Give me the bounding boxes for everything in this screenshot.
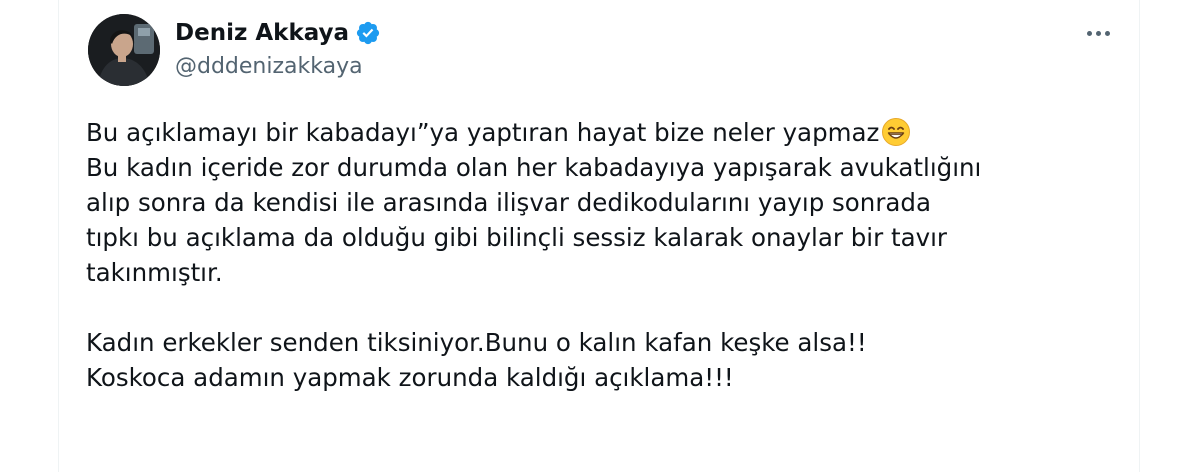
avatar[interactable] bbox=[88, 14, 160, 86]
display-name[interactable]: Deniz Akkaya bbox=[175, 20, 349, 46]
tweet-line: Koskoca adamın yapmak zorunda kaldığı aç… bbox=[86, 363, 734, 392]
verified-badge-icon bbox=[355, 20, 381, 46]
tweet-line: Bu kadın içeride zor durumda olan her ka… bbox=[86, 153, 982, 182]
tweet-line: tıpkı bu açıklama da olduğu gibi bilinçl… bbox=[86, 223, 947, 252]
tweet-line-text: Bu açıklamayı bir kabadayı”ya yaptıran h… bbox=[86, 118, 880, 147]
tweet-line: alıp sonra da kendisi ile arasında ilişv… bbox=[86, 188, 931, 217]
grinning-face-emoji-icon bbox=[881, 117, 911, 147]
author-name-row[interactable]: Deniz Akkaya bbox=[175, 16, 381, 50]
author-handle[interactable]: @dddenizakkaya bbox=[175, 54, 363, 79]
tweet-line: Bu açıklamayı bir kabadayı”ya yaptıran h… bbox=[86, 115, 1116, 150]
more-options-icon[interactable] bbox=[1080, 18, 1116, 48]
tweet-text: Bu açıklamayı bir kabadayı”ya yaptıran h… bbox=[86, 115, 1116, 395]
tweet-line: takınmıştır. bbox=[86, 258, 223, 287]
tweet-line: Kadın erkekler senden tiksiniyor.Bunu o … bbox=[86, 328, 867, 357]
